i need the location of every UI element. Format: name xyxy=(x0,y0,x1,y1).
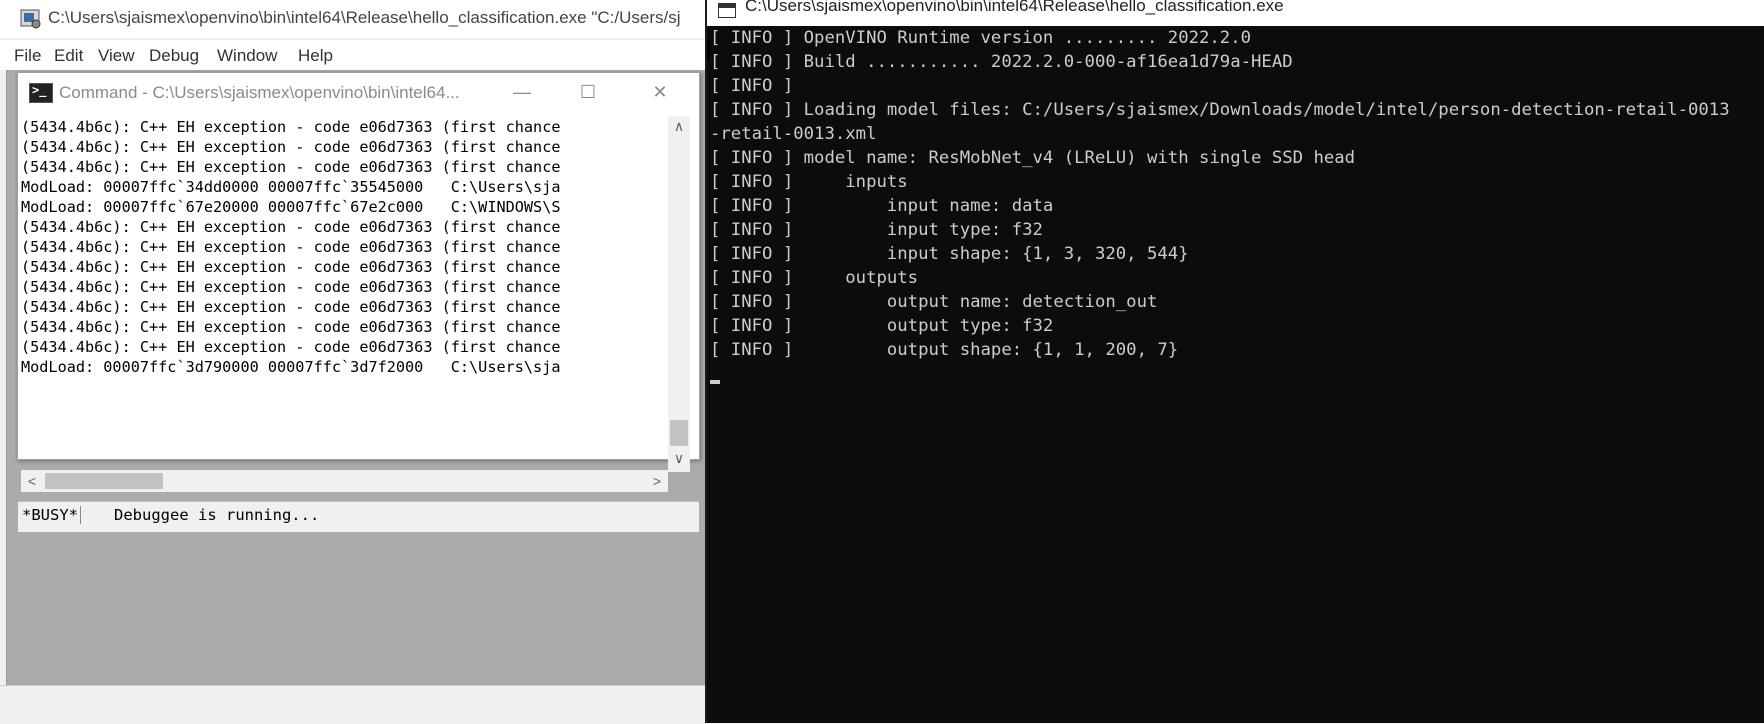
console-line: [ INFO ] input name: data xyxy=(710,196,1054,216)
vertical-scroll-thumb[interactable] xyxy=(670,420,688,446)
command-log-line: (5434.4b6c): C++ EH exception - code e06… xyxy=(21,218,561,236)
console-window[interactable]: C:\Users\sjaismex\openvino\bin\intel64\R… xyxy=(705,0,1764,723)
console-line: [ INFO ] Build ........... 2022.2.0-000-… xyxy=(710,52,1293,72)
close-icon[interactable]: ✕ xyxy=(640,77,680,107)
debugger-window: C:\Users\sjaismex\openvino\bin\intel64\R… xyxy=(0,0,706,724)
command-log-line: (5434.4b6c): C++ EH exception - code e06… xyxy=(21,238,561,256)
debugger-status-bar xyxy=(0,685,705,724)
console-line: [ INFO ] model name: ResMobNet_v4 (LReLU… xyxy=(710,148,1356,168)
console-line: [ INFO ] Loading model files: C:/Users/s… xyxy=(710,100,1730,120)
menu-debug[interactable]: Debug xyxy=(149,46,199,66)
console-line: [ INFO ] output shape: {1, 1, 200, 7} xyxy=(710,340,1179,360)
debugger-app-icon xyxy=(20,9,41,29)
console-line: [ INFO ] xyxy=(710,76,794,96)
command-log-line: (5434.4b6c): C++ EH exception - code e06… xyxy=(21,278,561,296)
console-cursor xyxy=(710,380,720,384)
debugger-menu-bar: File Edit View Debug Window Help xyxy=(0,40,705,70)
busy-indicator: *BUSY* xyxy=(20,506,81,524)
debugger-title: C:\Users\sjaismex\openvino\bin\intel64\R… xyxy=(48,8,681,27)
scroll-down-icon[interactable]: ∨ xyxy=(668,448,690,468)
horizontal-scrollbar[interactable]: < > xyxy=(21,470,668,492)
console-title: C:\Users\sjaismex\openvino\bin\intel64\R… xyxy=(745,0,1284,15)
scroll-up-icon[interactable]: ∧ xyxy=(668,116,690,136)
command-title-bar[interactable]: Command - C:\Users\sjaismex\openvino\bin… xyxy=(18,73,699,113)
console-line: [ INFO ] inputs xyxy=(710,172,908,192)
menu-file[interactable]: File xyxy=(14,46,41,66)
menu-view[interactable]: View xyxy=(98,46,135,66)
console-app-icon xyxy=(718,3,736,18)
command-window[interactable]: Command - C:\Users\sjaismex\openvino\bin… xyxy=(17,72,700,532)
console-line: [ INFO ] input shape: {1, 3, 320, 544} xyxy=(710,244,1189,264)
command-output[interactable]: (5434.4b6c): C++ EH exception - code e06… xyxy=(21,117,668,454)
console-line: [ INFO ] input type: f32 xyxy=(710,220,1043,240)
command-prompt-icon xyxy=(29,83,53,103)
command-log-line: ModLoad: 00007ffc`67e20000 00007ffc`67e2… xyxy=(21,198,561,216)
command-log-line: (5434.4b6c): C++ EH exception - code e06… xyxy=(21,338,561,356)
console-line: [ INFO ] outputs xyxy=(710,268,919,288)
console-line: [ INFO ] OpenVINO Runtime version ......… xyxy=(710,28,1252,48)
vertical-scrollbar[interactable]: ∧ ∨ xyxy=(668,116,690,472)
maximize-icon[interactable]: ☐ xyxy=(568,77,608,107)
debugger-title-bar: C:\Users\sjaismex\openvino\bin\intel64\R… xyxy=(0,0,705,38)
menu-edit[interactable]: Edit xyxy=(54,46,83,66)
command-log-line: (5434.4b6c): C++ EH exception - code e06… xyxy=(21,318,561,336)
command-log-line: (5434.4b6c): C++ EH exception - code e06… xyxy=(21,158,561,176)
command-log-line: (5434.4b6c): C++ EH exception - code e06… xyxy=(21,298,561,316)
scroll-right-icon[interactable]: > xyxy=(646,470,668,492)
command-log-line: ModLoad: 00007ffc`3d790000 00007ffc`3d7f… xyxy=(21,358,561,376)
minimize-icon[interactable]: — xyxy=(502,77,542,107)
console-line: [ INFO ] output name: detection_out xyxy=(710,292,1158,312)
command-log-line: (5434.4b6c): C++ EH exception - code e06… xyxy=(21,118,561,136)
console-output[interactable]: [ INFO ] OpenVINO Runtime version ......… xyxy=(710,26,1764,706)
horizontal-scroll-thumb[interactable] xyxy=(45,473,163,489)
command-log-line: (5434.4b6c): C++ EH exception - code e06… xyxy=(21,258,561,276)
command-log-line: (5434.4b6c): C++ EH exception - code e06… xyxy=(21,138,561,156)
command-log-line: ModLoad: 00007ffc`34dd0000 00007ffc`3554… xyxy=(21,178,561,196)
console-line: -retail-0013.xml xyxy=(710,124,877,144)
menu-help[interactable]: Help xyxy=(298,46,333,66)
scroll-left-icon[interactable]: < xyxy=(21,470,43,492)
command-window-title: Command - C:\Users\sjaismex\openvino\bin… xyxy=(59,83,460,102)
status-message: Debuggee is running... xyxy=(114,506,320,524)
command-status-bar: *BUSY* Debuggee is running... xyxy=(18,501,699,532)
menu-window[interactable]: Window xyxy=(217,46,277,66)
console-title-bar[interactable]: C:\Users\sjaismex\openvino\bin\intel64\R… xyxy=(707,0,1764,26)
console-line: [ INFO ] output type: f32 xyxy=(710,316,1054,336)
